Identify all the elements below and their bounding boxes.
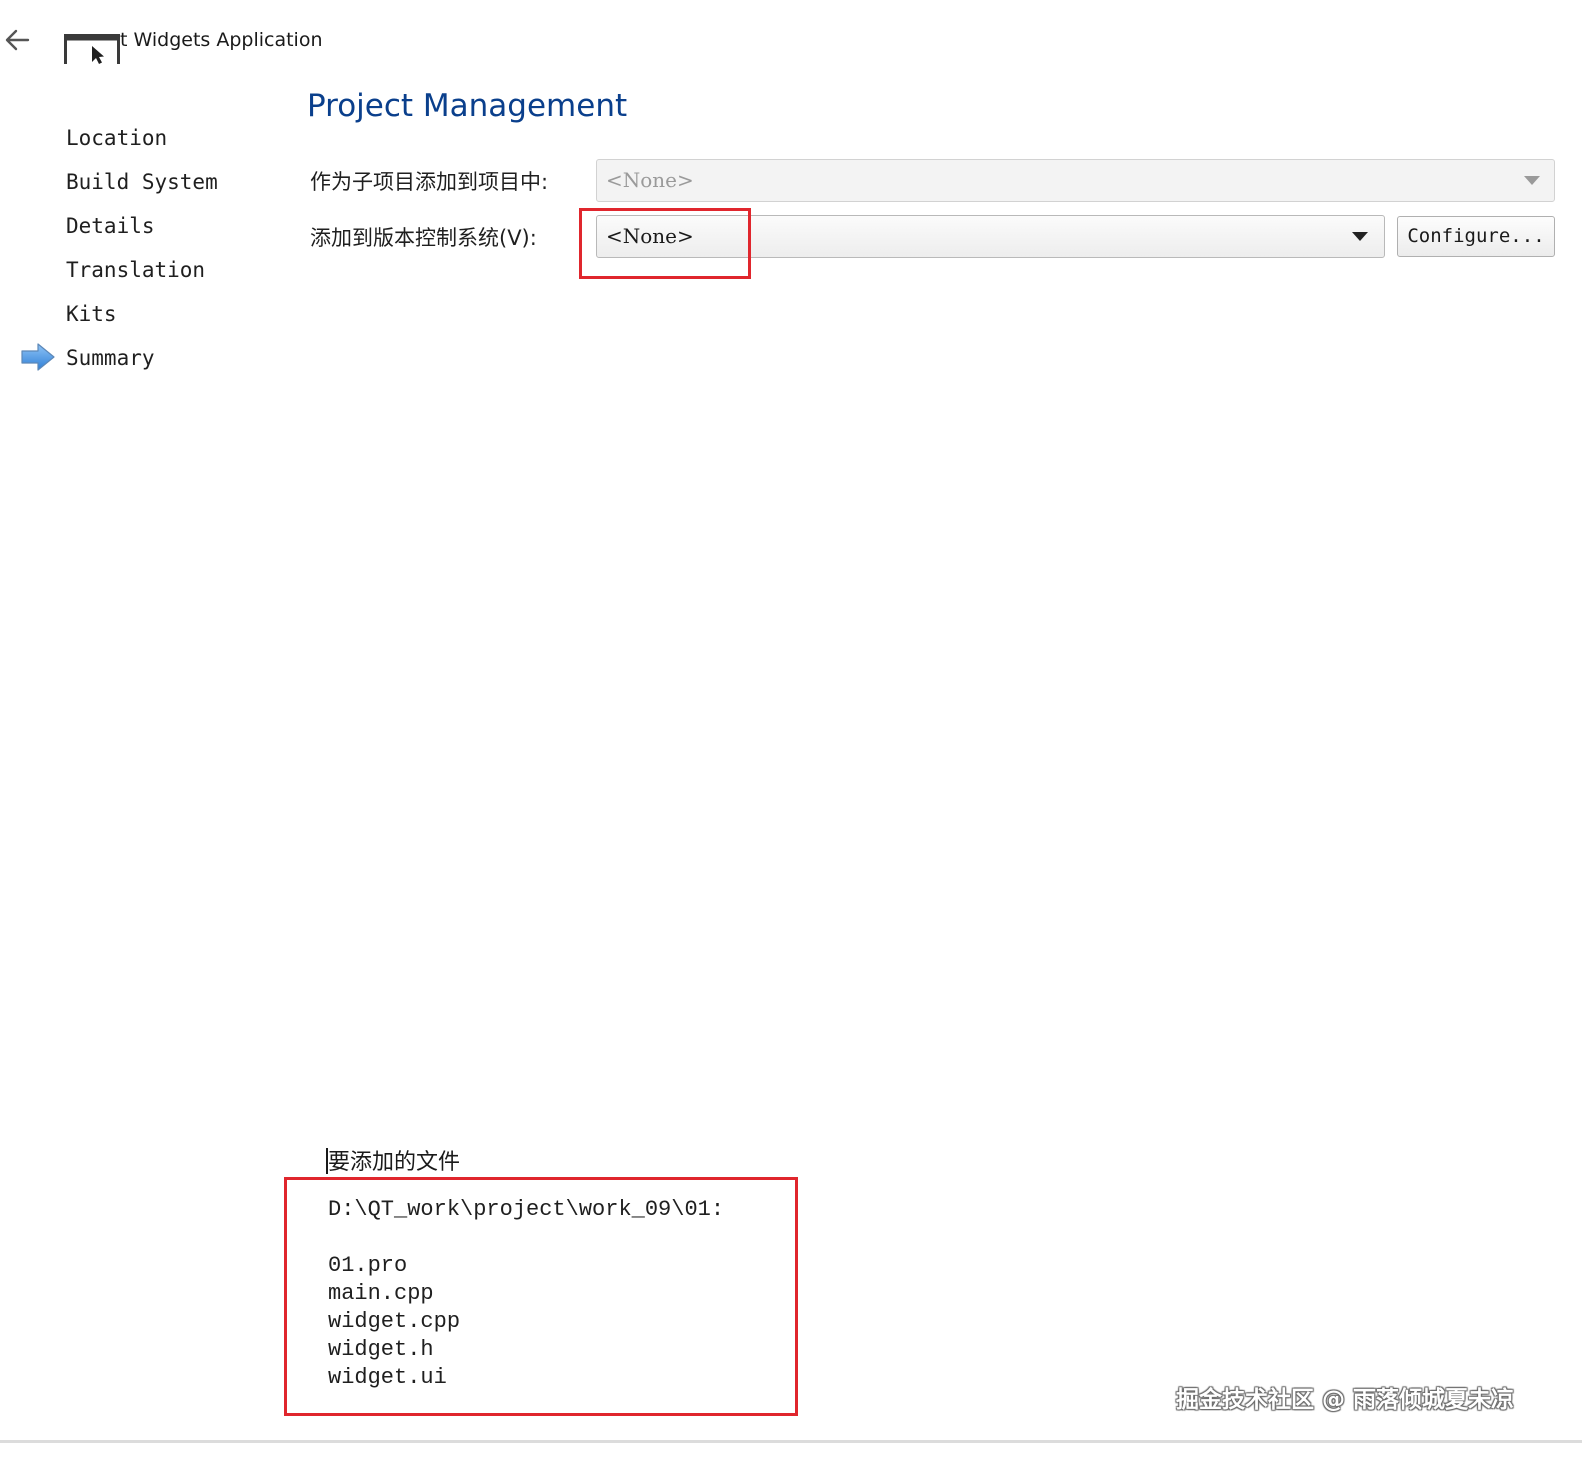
files-heading: 要添加的文件 — [328, 1150, 461, 1175]
page-title: Project Management — [307, 88, 628, 124]
subproject-label: 作为子项目添加到项目中: — [310, 170, 549, 194]
step-label: Summary — [66, 346, 155, 370]
step-label: Location — [66, 126, 168, 150]
arrow-right-icon — [21, 343, 55, 371]
files-highlight-box — [284, 1177, 798, 1416]
chevron-down-icon — [1524, 176, 1540, 185]
configure-button[interactable]: Configure... — [1397, 216, 1555, 257]
wizard-steps: Location Build System Details Translatio… — [0, 118, 270, 382]
window-title: t Widgets Application — [120, 29, 323, 51]
step-label: Details — [66, 214, 155, 238]
step-label: Kits — [66, 302, 117, 326]
subproject-select: <None> — [596, 159, 1555, 202]
step-build-system[interactable]: Build System — [0, 162, 270, 206]
subproject-select-value: <None> — [606, 168, 694, 192]
step-label: Build System — [66, 170, 218, 194]
watermark: 掘金技术社区 @ 雨落倾城夏未凉 — [1176, 1387, 1515, 1413]
step-location[interactable]: Location — [0, 118, 270, 162]
vcs-highlight-box — [579, 208, 751, 279]
vcs-label: 添加到版本控制系统(V): — [310, 226, 537, 250]
arrow-left-icon — [5, 29, 30, 51]
step-translation[interactable]: Translation — [0, 250, 270, 294]
step-kits[interactable]: Kits — [0, 294, 270, 338]
chevron-down-icon — [1352, 232, 1368, 241]
bottom-divider — [0, 1440, 1582, 1443]
window-cursor-icon — [64, 32, 120, 64]
step-details[interactable]: Details — [0, 206, 270, 250]
step-label: Translation — [66, 258, 206, 282]
back-button[interactable] — [2, 26, 34, 54]
step-summary[interactable]: Summary — [0, 338, 270, 382]
